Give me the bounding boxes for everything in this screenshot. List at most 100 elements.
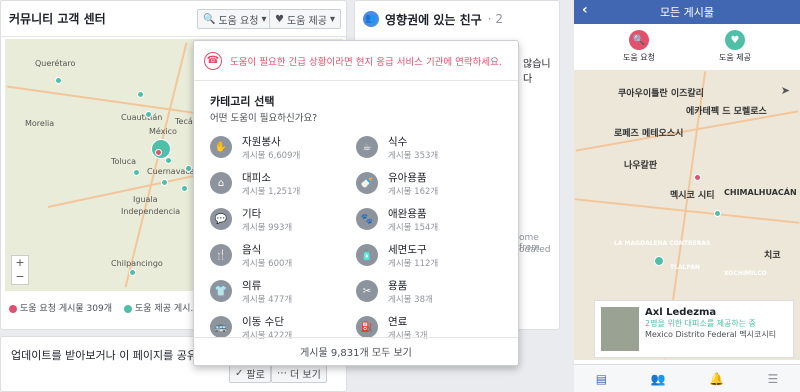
- map-pin[interactable]: [654, 256, 664, 266]
- alert-text: 도움이 필요한 긴급 상황이라면 현지 응급 서비스 기관에 연락하세요.: [230, 56, 502, 68]
- feed-icon[interactable]: ▤: [596, 372, 607, 386]
- shirt-icon: 👕: [210, 280, 232, 302]
- category-name: 식수: [388, 135, 408, 148]
- follow-text: 업데이트를 받아보거나 이 페이지를 공유: [11, 349, 198, 362]
- map-pin[interactable]: [137, 91, 144, 98]
- card-title: 커뮤니티 고객 센터: [9, 12, 106, 26]
- category-grid: ✋ 자원봉사 게시물 6,609개 ☕ 식수 게시물 353개 ⌂ 대피소 게시물 1,251개…: [194, 124, 518, 341]
- home-icon: ⌂: [210, 172, 232, 194]
- category-subtitle: 어떤 도움이 필요하신가요?: [210, 113, 318, 124]
- category-name: 음식: [242, 243, 262, 256]
- category-item[interactable]: 🍼 유아용품게시물 162개: [356, 170, 502, 197]
- map-pin[interactable]: [161, 179, 168, 186]
- category-name: 기타: [242, 207, 262, 220]
- mobile-bottom-nav: ▤ 👥 🔔 ☰: [574, 364, 800, 392]
- post-location: Mexico Distrito Federal 멕시코시티: [645, 330, 777, 339]
- mobile-request-button[interactable]: 🔍 도움 요청: [623, 30, 655, 70]
- category-name: 자원봉사: [242, 135, 281, 148]
- map-label: 로페즈 메테오스시: [614, 129, 684, 139]
- bus-icon: 🚌: [210, 316, 232, 338]
- map-pin[interactable]: [181, 185, 188, 192]
- category-item[interactable]: 🍴 음식 게시물 600개: [210, 242, 356, 269]
- mobile-offer-button[interactable]: ♥ 도움 제공: [719, 30, 751, 70]
- map-pin[interactable]: [185, 165, 192, 172]
- category-name: 용품: [388, 279, 408, 292]
- map-label: XOCHIMILCO: [724, 270, 767, 277]
- category-name: 의류: [242, 279, 262, 292]
- map-pin-request[interactable]: [155, 149, 162, 156]
- category-name: 연료: [388, 315, 408, 328]
- category-item[interactable]: ✂ 용품 게시물 38개: [356, 278, 502, 305]
- map-label: Cuautitlán: [121, 113, 163, 122]
- back-arrow-icon[interactable]: ‹: [582, 2, 588, 18]
- chat-icon: 💬: [210, 208, 232, 230]
- zoom-in-icon[interactable]: +: [12, 256, 28, 270]
- category-popup: ☎ 도움이 필요한 긴급 상황이라면 현지 응급 서비스 기관에 연락하세요. …: [193, 40, 519, 366]
- map-pin[interactable]: [165, 157, 172, 164]
- map-label: CHIMALHUACÁN: [724, 188, 797, 197]
- follow-label: 팔로: [246, 369, 265, 381]
- category-count: 게시물 477개: [242, 294, 293, 305]
- category-count: 게시물 353개: [388, 150, 439, 161]
- category-count: 게시물 162개: [388, 186, 439, 197]
- request-help-button[interactable]: 🔍 도움 요청 ▾: [197, 9, 273, 29]
- phone-icon: ☎: [204, 51, 222, 70]
- more-icon: ⋯: [277, 367, 287, 379]
- friends-title: 영향권에 있는 친구: [385, 12, 482, 27]
- map-pin[interactable]: [129, 269, 136, 276]
- mobile-offer-label: 도움 제공: [719, 53, 751, 62]
- more-button[interactable]: ⋯ 더 보기: [271, 363, 327, 383]
- map-label: Querétaro: [35, 59, 76, 68]
- category-name: 유아용품: [388, 171, 427, 184]
- map-cluster[interactable]: [151, 139, 171, 159]
- friends-icon: 👥: [363, 11, 379, 27]
- map-pin-request[interactable]: [694, 174, 701, 181]
- category-name: 세면도구: [388, 243, 427, 256]
- mobile-header: ‹ 모든 게시물: [574, 0, 800, 24]
- map-pin[interactable]: [714, 210, 721, 217]
- mobile-actions: 🔍 도움 요청 ♥ 도움 제공: [574, 24, 800, 70]
- follow-button[interactable]: ✓ 팔로: [229, 363, 271, 383]
- bottle-icon: 🍼: [356, 172, 378, 194]
- friends-header: 👥 영향권에 있는 친구 · 2: [355, 1, 559, 37]
- offer-help-label: 도움 제공: [286, 15, 327, 27]
- category-item[interactable]: ⌂ 대피소 게시물 1,251개: [210, 170, 356, 197]
- mobile-view: ‹ 모든 게시물 🔍 도움 요청 ♥ 도움 제공 쿠아우이틀란 이즈칼리 에카테…: [574, 0, 800, 392]
- zoom-out-icon[interactable]: −: [12, 270, 28, 284]
- map-label: 치코: [764, 251, 781, 261]
- update-text-2: odated: [519, 245, 551, 255]
- paw-icon: 🐾: [356, 208, 378, 230]
- category-count: 게시물 600개: [242, 258, 293, 269]
- map-label: 에카테펙 드 모렐로스: [686, 107, 767, 117]
- check-icon: ✓: [235, 367, 244, 379]
- mobile-title: 모든 게시물: [659, 6, 715, 19]
- category-title: 카테고리 선택: [210, 95, 275, 108]
- category-item[interactable]: ✋ 자원봉사 게시물 6,609개: [210, 134, 356, 161]
- request-help-label: 도움 요청: [218, 15, 259, 27]
- category-count: 게시물 154개: [388, 222, 439, 233]
- mobile-request-label: 도움 요청: [623, 53, 655, 62]
- post-author[interactable]: Axl Ledezma: [645, 307, 776, 318]
- map-pin[interactable]: [55, 77, 62, 84]
- offer-dot-icon: [124, 304, 133, 313]
- category-item[interactable]: 💬 기타 게시물 993개: [210, 206, 356, 233]
- category-item[interactable]: 👕 의류게시물 477개: [210, 278, 356, 305]
- map-pin[interactable]: [133, 169, 140, 176]
- map-pin[interactable]: [145, 111, 152, 118]
- post-description: 2명을 위한 대피소를 제공하는 중: [645, 319, 756, 328]
- offer-help-button[interactable]: ♥ 도움 제공 ▾: [269, 9, 341, 29]
- category-item[interactable]: ☕ 식수 게시물 353개: [356, 134, 502, 161]
- map-label: Independencia: [121, 207, 181, 216]
- location-arrow-icon[interactable]: ➤: [781, 84, 790, 97]
- post-card[interactable]: Axl Ledezma 2명을 위한 대피소를 제공하는 중 Mexico Di…: [594, 300, 794, 358]
- menu-icon[interactable]: ☰: [767, 372, 778, 386]
- category-count: 게시물 38개: [388, 294, 433, 305]
- zoom-control[interactable]: + −: [11, 255, 29, 285]
- kit-icon: 🧴: [356, 244, 378, 266]
- map-label: TLALPAN: [670, 264, 700, 271]
- bell-icon[interactable]: 🔔: [709, 372, 724, 386]
- category-item[interactable]: 🧴 세면도구 게시물 112개: [356, 242, 502, 269]
- see-all-posts-link[interactable]: 게시물 9,831개 모두 보기: [194, 337, 518, 365]
- friends-icon[interactable]: 👥: [651, 372, 666, 386]
- category-item[interactable]: 🐾 애완용품 게시물 154개: [356, 206, 502, 233]
